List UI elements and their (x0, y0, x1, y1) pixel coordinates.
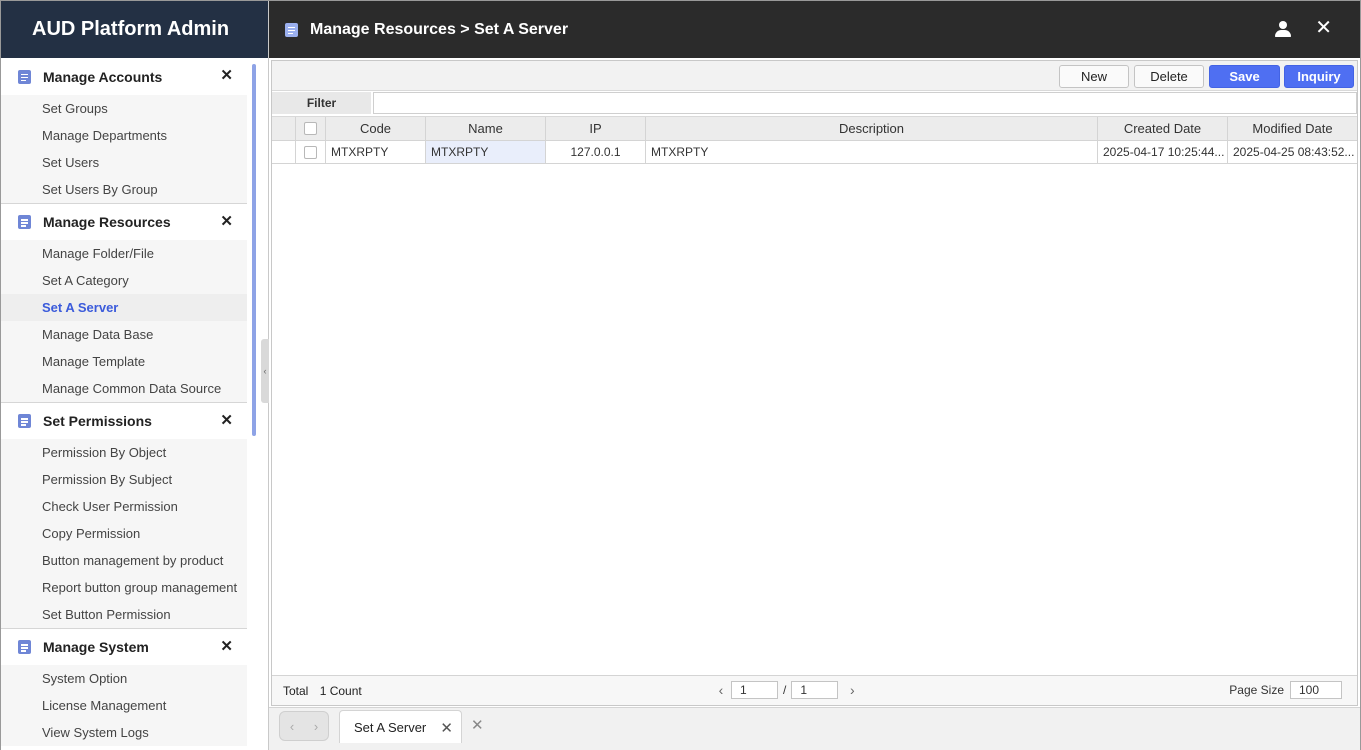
sidebar-item-set-button-permission[interactable]: Set Button Permission (1, 601, 247, 628)
total-label: Total (283, 684, 309, 698)
page-size-label: Page Size (1229, 683, 1284, 697)
delete-button[interactable]: Delete (1134, 65, 1204, 88)
column-header-ip[interactable]: IP (546, 117, 646, 140)
page-separator: / (783, 683, 787, 697)
nav-group-title: Manage System (43, 639, 149, 655)
filter-row: Filter (272, 91, 1357, 117)
row-indicator (272, 141, 296, 163)
sidebar-item-permission-by-subject[interactable]: Permission By Subject (1, 466, 247, 493)
chevron-left-icon[interactable]: ‹ (290, 719, 294, 734)
sidebar-item-system-option[interactable]: System Option (1, 665, 247, 692)
nav-group-set-permissions[interactable]: Set Permissions ✕ (1, 402, 247, 439)
sidebar-item-set-a-category[interactable]: Set A Category (1, 267, 247, 294)
collapse-sidebar-handle[interactable]: ‹ (261, 339, 269, 403)
sidebar-item-check-user-permission[interactable]: Check User Permission (1, 493, 247, 520)
document-icon (18, 414, 31, 428)
select-all-cell (296, 117, 326, 140)
cell-code[interactable]: MTXRPTY (326, 141, 426, 163)
tab-label: Set A Server (354, 719, 427, 735)
nav-group-title: Set Permissions (43, 413, 152, 429)
page-size: Page Size 100 (1229, 681, 1342, 699)
chevron-left-icon: ‹ (263, 366, 267, 376)
page-size-input[interactable]: 100 (1290, 681, 1342, 699)
pagination: ‹ 1 / 1 › (713, 681, 860, 699)
close-icon[interactable]: ✕ (220, 639, 233, 654)
tab-set-a-server[interactable]: Set A Server ✕ (339, 710, 462, 743)
sidebar-item-manage-data-base[interactable]: Manage Data Base (1, 321, 247, 348)
sidebar-nav: Manage Accounts ✕ Set Groups Manage Depa… (1, 58, 247, 750)
row-indicator-header (272, 117, 296, 140)
close-icon[interactable]: ✕ (220, 413, 233, 428)
nav-group-manage-system[interactable]: Manage System ✕ (1, 628, 247, 665)
toolbar: New Delete Save Inquiry (272, 61, 1357, 91)
document-icon (18, 640, 31, 654)
document-icon (285, 22, 298, 37)
count-value: 1 Count (319, 684, 362, 698)
close-icon[interactable]: ✕ (1315, 18, 1332, 38)
tab-bar: ‹ › Set A Server ✕ ✕ (269, 707, 1360, 750)
sidebar-item-set-groups[interactable]: Set Groups (1, 95, 247, 122)
cell-created-date[interactable]: 2025-04-17 10:25:44... (1098, 141, 1228, 163)
cell-ip[interactable]: 127.0.0.1 (546, 141, 646, 163)
close-icon[interactable]: ✕ (220, 214, 233, 229)
column-header-code[interactable]: Code (326, 117, 426, 140)
sidebar-item-set-users[interactable]: Set Users (1, 149, 247, 176)
sidebar-item-manage-template[interactable]: Manage Template (1, 348, 247, 375)
chevron-right-icon[interactable]: › (314, 719, 318, 734)
sidebar-item-license-management[interactable]: License Management (1, 692, 247, 719)
server-table: Code Name IP Description Created Date Mo… (272, 117, 1357, 164)
user-icon[interactable] (1274, 21, 1292, 39)
nav-group-manage-resources[interactable]: Manage Resources ✕ (1, 203, 247, 240)
sidebar-item-manage-departments[interactable]: Manage Departments (1, 122, 247, 149)
breadcrumb: Manage Resources > Set A Server (310, 20, 569, 38)
save-button[interactable]: Save (1209, 65, 1280, 88)
new-button[interactable]: New (1059, 65, 1129, 88)
sidebar-item-button-management-by-product[interactable]: Button management by product (1, 547, 247, 574)
chevron-left-icon[interactable]: ‹ (713, 682, 729, 698)
sidebar-item-set-users-by-group[interactable]: Set Users By Group (1, 176, 247, 203)
sidebar-item-permission-by-object[interactable]: Permission By Object (1, 439, 247, 466)
page-input[interactable]: 1 (731, 681, 778, 699)
chevron-right-icon[interactable]: › (844, 682, 860, 698)
nav-group-title: Manage Resources (43, 214, 171, 230)
app-window: AUD Platform Admin Manage Accounts ✕ Set… (0, 0, 1361, 750)
sidebar-item-set-a-server[interactable]: Set A Server (1, 294, 247, 321)
cell-name[interactable]: MTXRPTY (426, 141, 546, 163)
tab-navigation: ‹ › (279, 711, 329, 741)
sidebar: AUD Platform Admin Manage Accounts ✕ Set… (1, 1, 269, 750)
sidebar-item-view-system-logs[interactable]: View System Logs (1, 719, 247, 746)
sidebar-item-manage-common-data-source[interactable]: Manage Common Data Source (1, 375, 247, 402)
header: Manage Resources > Set A Server ✕ (269, 1, 1360, 58)
close-all-tabs-icon[interactable]: ✕ (471, 716, 484, 734)
close-icon[interactable]: ✕ (440, 719, 453, 737)
sidebar-item-manage-folder-file[interactable]: Manage Folder/File (1, 240, 247, 267)
document-icon (18, 69, 31, 84)
column-header-created-date[interactable]: Created Date (1098, 117, 1228, 140)
column-header-modified-date[interactable]: Modified Date (1228, 117, 1357, 140)
inquiry-button[interactable]: Inquiry (1284, 65, 1354, 88)
document-icon (18, 215, 31, 229)
main-panel: New Delete Save Inquiry Filter Code Name… (271, 60, 1358, 706)
row-select-cell (296, 141, 326, 163)
close-icon[interactable]: ✕ (220, 68, 233, 83)
app-title: AUD Platform Admin (1, 1, 268, 58)
nav-group-manage-accounts[interactable]: Manage Accounts ✕ (1, 58, 247, 95)
table-row[interactable]: MTXRPTY MTXRPTY 127.0.0.1 MTXRPTY 2025-0… (272, 141, 1357, 164)
sidebar-item-copy-permission[interactable]: Copy Permission (1, 520, 247, 547)
column-header-name[interactable]: Name (426, 117, 546, 140)
sidebar-item-report-button-group-management[interactable]: Report button group management (1, 574, 247, 601)
table-footer: Total 1 Count ‹ 1 / 1 › Page Size 100 (272, 675, 1357, 705)
column-header-description[interactable]: Description (646, 117, 1098, 140)
select-all-checkbox[interactable] (304, 122, 317, 135)
filter-label: Filter (272, 92, 371, 114)
row-checkbox[interactable] (304, 145, 317, 159)
nav-group-title: Manage Accounts (43, 68, 163, 85)
page-total: 1 (791, 681, 839, 699)
sidebar-scrollbar[interactable] (252, 64, 256, 436)
table-header-row: Code Name IP Description Created Date Mo… (272, 117, 1357, 141)
filter-input[interactable] (373, 92, 1357, 114)
cell-modified-date[interactable]: 2025-04-25 08:43:52... (1228, 141, 1357, 163)
total-count: Total 1 Count (283, 684, 362, 698)
cell-description[interactable]: MTXRPTY (646, 141, 1098, 163)
